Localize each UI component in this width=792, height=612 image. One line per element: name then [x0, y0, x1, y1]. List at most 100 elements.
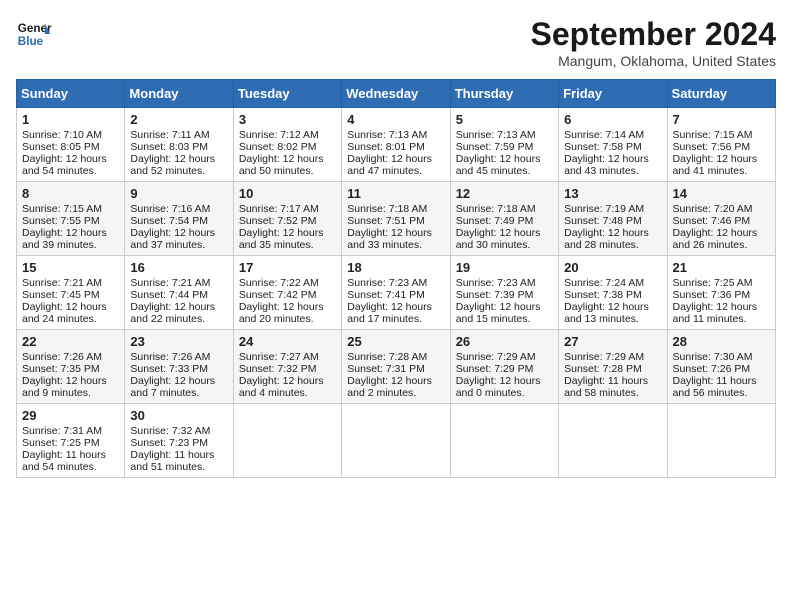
calendar-cell: 4 Sunrise: 7:13 AM Sunset: 8:01 PM Dayli… — [342, 108, 450, 182]
calendar-cell — [559, 404, 667, 478]
calendar-cell: 2 Sunrise: 7:11 AM Sunset: 8:03 PM Dayli… — [125, 108, 233, 182]
sunset-text: Sunset: 7:58 PM — [564, 141, 642, 153]
calendar-cell: 21 Sunrise: 7:25 AM Sunset: 7:36 PM Dayl… — [667, 256, 775, 330]
calendar-cell: 30 Sunrise: 7:32 AM Sunset: 7:23 PM Dayl… — [125, 404, 233, 478]
daylight-text: Daylight: 12 hours and 28 minutes. — [564, 227, 649, 251]
sunset-text: Sunset: 7:35 PM — [22, 363, 100, 375]
sunrise-text: Sunrise: 7:11 AM — [130, 129, 209, 141]
calendar-cell: 19 Sunrise: 7:23 AM Sunset: 7:39 PM Dayl… — [450, 256, 558, 330]
day-number: 30 — [130, 408, 227, 423]
sunrise-text: Sunrise: 7:14 AM — [564, 129, 644, 141]
daylight-text: Daylight: 12 hours and 37 minutes. — [130, 227, 215, 251]
sunrise-text: Sunrise: 7:17 AM — [239, 203, 319, 215]
sunset-text: Sunset: 7:48 PM — [564, 215, 642, 227]
calendar-cell: 7 Sunrise: 7:15 AM Sunset: 7:56 PM Dayli… — [667, 108, 775, 182]
day-number: 19 — [456, 260, 553, 275]
day-number: 25 — [347, 334, 444, 349]
sunset-text: Sunset: 7:42 PM — [239, 289, 317, 301]
sunrise-text: Sunrise: 7:15 AM — [673, 129, 753, 141]
page-subtitle: Mangum, Oklahoma, United States — [531, 53, 776, 69]
sunset-text: Sunset: 7:38 PM — [564, 289, 642, 301]
daylight-text: Daylight: 11 hours and 51 minutes. — [130, 449, 214, 473]
sunrise-text: Sunrise: 7:18 AM — [347, 203, 427, 215]
sunset-text: Sunset: 7:25 PM — [22, 437, 100, 449]
day-number: 11 — [347, 186, 444, 201]
calendar-cell: 5 Sunrise: 7:13 AM Sunset: 7:59 PM Dayli… — [450, 108, 558, 182]
day-number: 27 — [564, 334, 661, 349]
daylight-text: Daylight: 12 hours and 47 minutes. — [347, 153, 432, 177]
daylight-text: Daylight: 12 hours and 20 minutes. — [239, 301, 324, 325]
calendar-header-saturday: Saturday — [667, 80, 775, 108]
daylight-text: Daylight: 12 hours and 39 minutes. — [22, 227, 107, 251]
daylight-text: Daylight: 12 hours and 30 minutes. — [456, 227, 541, 251]
day-number: 21 — [673, 260, 770, 275]
calendar-cell: 24 Sunrise: 7:27 AM Sunset: 7:32 PM Dayl… — [233, 330, 341, 404]
calendar-cell: 9 Sunrise: 7:16 AM Sunset: 7:54 PM Dayli… — [125, 182, 233, 256]
sunset-text: Sunset: 7:54 PM — [130, 215, 208, 227]
calendar-cell: 20 Sunrise: 7:24 AM Sunset: 7:38 PM Dayl… — [559, 256, 667, 330]
calendar-week-row: 8 Sunrise: 7:15 AM Sunset: 7:55 PM Dayli… — [17, 182, 776, 256]
daylight-text: Daylight: 12 hours and 33 minutes. — [347, 227, 432, 251]
calendar-cell: 23 Sunrise: 7:26 AM Sunset: 7:33 PM Dayl… — [125, 330, 233, 404]
sunrise-text: Sunrise: 7:24 AM — [564, 277, 644, 289]
calendar-cell: 25 Sunrise: 7:28 AM Sunset: 7:31 PM Dayl… — [342, 330, 450, 404]
day-number: 29 — [22, 408, 119, 423]
day-number: 12 — [456, 186, 553, 201]
sunrise-text: Sunrise: 7:26 AM — [130, 351, 210, 363]
day-number: 24 — [239, 334, 336, 349]
day-number: 9 — [130, 186, 227, 201]
sunrise-text: Sunrise: 7:31 AM — [22, 425, 102, 437]
sunset-text: Sunset: 7:39 PM — [456, 289, 534, 301]
day-number: 5 — [456, 112, 553, 127]
day-number: 14 — [673, 186, 770, 201]
day-number: 15 — [22, 260, 119, 275]
sunset-text: Sunset: 7:49 PM — [456, 215, 534, 227]
calendar-cell: 6 Sunrise: 7:14 AM Sunset: 7:58 PM Dayli… — [559, 108, 667, 182]
sunset-text: Sunset: 7:41 PM — [347, 289, 425, 301]
sunset-text: Sunset: 7:52 PM — [239, 215, 317, 227]
sunset-text: Sunset: 7:46 PM — [673, 215, 751, 227]
sunset-text: Sunset: 8:02 PM — [239, 141, 317, 153]
sunset-text: Sunset: 7:33 PM — [130, 363, 208, 375]
calendar-header-sunday: Sunday — [17, 80, 125, 108]
calendar-cell: 22 Sunrise: 7:26 AM Sunset: 7:35 PM Dayl… — [17, 330, 125, 404]
sunset-text: Sunset: 7:56 PM — [673, 141, 751, 153]
calendar-header-monday: Monday — [125, 80, 233, 108]
sunrise-text: Sunrise: 7:23 AM — [347, 277, 427, 289]
calendar-cell: 1 Sunrise: 7:10 AM Sunset: 8:05 PM Dayli… — [17, 108, 125, 182]
calendar-cell: 15 Sunrise: 7:21 AM Sunset: 7:45 PM Dayl… — [17, 256, 125, 330]
calendar-week-row: 29 Sunrise: 7:31 AM Sunset: 7:25 PM Dayl… — [17, 404, 776, 478]
day-number: 20 — [564, 260, 661, 275]
calendar-week-row: 15 Sunrise: 7:21 AM Sunset: 7:45 PM Dayl… — [17, 256, 776, 330]
sunrise-text: Sunrise: 7:12 AM — [239, 129, 319, 141]
sunrise-text: Sunrise: 7:15 AM — [22, 203, 102, 215]
day-number: 7 — [673, 112, 770, 127]
calendar-cell: 28 Sunrise: 7:30 AM Sunset: 7:26 PM Dayl… — [667, 330, 775, 404]
daylight-text: Daylight: 12 hours and 22 minutes. — [130, 301, 215, 325]
daylight-text: Daylight: 12 hours and 0 minutes. — [456, 375, 541, 399]
day-number: 28 — [673, 334, 770, 349]
daylight-text: Daylight: 11 hours and 58 minutes. — [564, 375, 648, 399]
day-number: 1 — [22, 112, 119, 127]
sunrise-text: Sunrise: 7:18 AM — [456, 203, 536, 215]
daylight-text: Daylight: 12 hours and 11 minutes. — [673, 301, 758, 325]
calendar-header-row: SundayMondayTuesdayWednesdayThursdayFrid… — [17, 80, 776, 108]
sunrise-text: Sunrise: 7:28 AM — [347, 351, 427, 363]
calendar-cell: 17 Sunrise: 7:22 AM Sunset: 7:42 PM Dayl… — [233, 256, 341, 330]
day-number: 17 — [239, 260, 336, 275]
sunrise-text: Sunrise: 7:30 AM — [673, 351, 753, 363]
daylight-text: Daylight: 12 hours and 24 minutes. — [22, 301, 107, 325]
sunrise-text: Sunrise: 7:21 AM — [130, 277, 210, 289]
calendar-cell: 27 Sunrise: 7:29 AM Sunset: 7:28 PM Dayl… — [559, 330, 667, 404]
calendar-cell — [667, 404, 775, 478]
daylight-text: Daylight: 12 hours and 41 minutes. — [673, 153, 758, 177]
sunrise-text: Sunrise: 7:20 AM — [673, 203, 753, 215]
page-title: September 2024 — [531, 16, 776, 53]
logo: General Blue — [16, 16, 52, 52]
calendar-table: SundayMondayTuesdayWednesdayThursdayFrid… — [16, 79, 776, 478]
daylight-text: Daylight: 12 hours and 7 minutes. — [130, 375, 215, 399]
sunset-text: Sunset: 7:44 PM — [130, 289, 208, 301]
sunrise-text: Sunrise: 7:29 AM — [564, 351, 644, 363]
calendar-cell — [233, 404, 341, 478]
day-number: 23 — [130, 334, 227, 349]
